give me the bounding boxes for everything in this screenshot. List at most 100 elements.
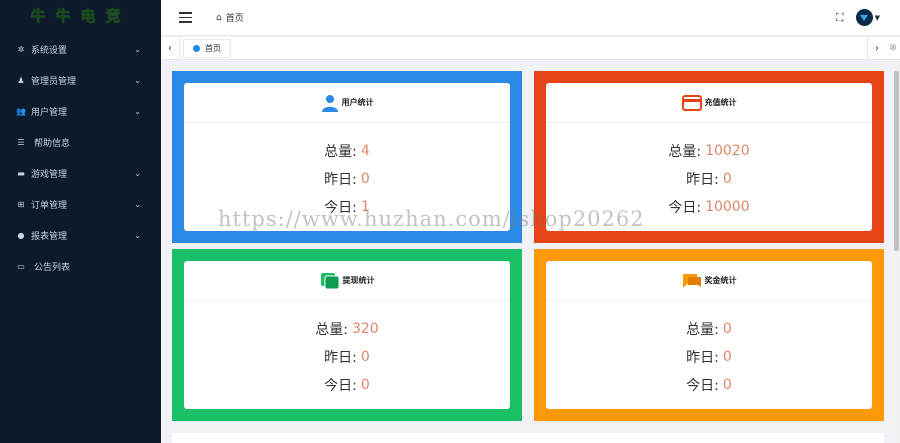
page-scrollbar[interactable] xyxy=(893,61,900,443)
recharge-stats-card: 充值统计 总量: 10020 昨日: 0 今日: 10000 xyxy=(546,83,872,231)
tabs-scroll-left-icon[interactable]: ‹ xyxy=(161,37,179,60)
stat-value: 10020 xyxy=(705,143,750,159)
withdraw-stats-panel: 提现统计 总量: 320 昨日: 0 今日: 0 xyxy=(172,249,522,421)
chevron-down-icon: ⌄ xyxy=(134,107,141,116)
gear-icon: ✲ xyxy=(17,45,25,54)
users-icon: 👥 xyxy=(16,107,26,116)
card-title: 奖金统计 xyxy=(704,276,737,285)
stat-label: 昨日: xyxy=(324,350,357,366)
stat-value: 0 xyxy=(360,171,370,187)
bottom-card xyxy=(172,433,884,443)
card-title: 用户统计 xyxy=(341,98,374,107)
recharge-stats-panel: 充值统计 总量: 10020 昨日: 0 今日: 10000 xyxy=(534,71,884,243)
stat-value: 1 xyxy=(360,199,370,215)
stat-today: 今日: 0 xyxy=(686,371,732,399)
tab-home[interactable]: 首页 xyxy=(183,38,231,58)
sidebar: 牛牛电竞 ✲ 系统设置 ⌄ ♟ 管理员管理 ⌄ 👥 用户管理 ⌄ ☰ 帮助信息 … xyxy=(0,0,161,443)
sidebar-item-admin-management[interactable]: ♟ 管理员管理 ⌄ xyxy=(0,65,161,96)
stat-today: 今日: 0 xyxy=(324,371,370,399)
stat-value: 4 xyxy=(360,143,370,159)
active-dot-icon xyxy=(193,44,200,52)
card-body: 总量: 320 昨日: 0 今日: 0 xyxy=(184,301,510,399)
chat-bubbles-icon xyxy=(682,273,701,288)
stat-total: 总量: 4 xyxy=(324,137,370,165)
stat-value: 0 xyxy=(360,349,370,365)
stat-today: 今日: 1 xyxy=(324,193,370,221)
chevron-down-icon: ⌄ xyxy=(134,76,141,85)
chart-icon: ● xyxy=(17,231,25,240)
sidebar-item-label: 订单管理 xyxy=(31,201,68,211)
list-icon: ☰ xyxy=(17,138,25,147)
user-stats-card: 用户统计 总量: 4 昨日: 0 今日: 1 xyxy=(184,83,510,231)
scrollbar-thumb[interactable] xyxy=(894,71,899,251)
stat-total: 总量: 320 xyxy=(315,315,378,343)
header-actions: ⛶ ▼ xyxy=(836,9,880,26)
stat-yesterday: 昨日: 0 xyxy=(686,343,732,371)
chevron-down-icon: ⌄ xyxy=(134,200,141,209)
stat-label: 今日: xyxy=(668,200,702,216)
card-body: 总量: 10020 昨日: 0 今日: 10000 xyxy=(546,123,872,221)
breadcrumb[interactable]: ⌂ 首页 xyxy=(216,11,244,25)
stat-yesterday: 昨日: 0 xyxy=(686,165,732,193)
avatar[interactable] xyxy=(855,9,873,26)
person-icon: ♟ xyxy=(17,76,25,85)
logo[interactable]: 牛牛电竞 xyxy=(0,0,161,30)
fullscreen-icon[interactable]: ⛶ xyxy=(836,11,844,25)
stat-yesterday: 昨日: 0 xyxy=(324,165,370,193)
sidebar-item-notice-list[interactable]: ▭ 公告列表 xyxy=(0,251,161,282)
tab-list: 首页 xyxy=(179,36,868,60)
stat-label: 总量: xyxy=(324,144,357,160)
sidebar-item-game-management[interactable]: ▬ 游戏管理 ⌄ xyxy=(0,158,161,189)
sidebar-item-label: 游戏管理 xyxy=(31,170,68,180)
chevron-down-icon: ⌄ xyxy=(134,231,141,240)
stat-today: 今日: 10000 xyxy=(668,193,749,221)
sidebar-item-report-management[interactable]: ● 报表管理 ⌄ xyxy=(0,220,161,251)
sidebar-item-system-settings[interactable]: ✲ 系统设置 ⌄ xyxy=(0,34,161,65)
chevron-down-icon: ⌄ xyxy=(134,169,141,178)
user-menu[interactable]: ▼ xyxy=(855,9,880,26)
stat-total: 总量: 0 xyxy=(686,315,732,343)
breadcrumb-label: 首页 xyxy=(225,14,244,24)
sidebar-item-help-info[interactable]: ☰ 帮助信息 xyxy=(0,127,161,158)
user-icon xyxy=(321,94,338,112)
stat-value: 320 xyxy=(351,321,379,337)
stat-value: 0 xyxy=(722,377,732,393)
sidebar-item-user-management[interactable]: 👥 用户管理 ⌄ xyxy=(0,96,161,127)
card-body: 总量: 0 昨日: 0 今日: 0 xyxy=(546,301,872,399)
layers-icon xyxy=(320,272,339,289)
tabs-scroll-right-icon[interactable]: › xyxy=(868,37,886,60)
sidebar-menu: ✲ 系统设置 ⌄ ♟ 管理员管理 ⌄ 👥 用户管理 ⌄ ☰ 帮助信息 ▬ 游戏管… xyxy=(0,34,161,282)
tabs-bar: ‹ 首页 › ⊗ xyxy=(161,36,900,60)
card-header: 用户统计 xyxy=(184,83,510,123)
sidebar-item-label: 管理员管理 xyxy=(31,77,77,87)
chevron-down-icon: ⌄ xyxy=(134,45,141,54)
card-header: 奖金统计 xyxy=(546,261,872,301)
user-stats-panel: 用户统计 总量: 4 昨日: 0 今日: 1 xyxy=(172,71,522,243)
stat-value: 0 xyxy=(722,349,732,365)
stat-value: 0 xyxy=(360,377,370,393)
sidebar-item-label: 用户管理 xyxy=(31,108,68,118)
tab-label: 首页 xyxy=(205,43,221,53)
logo-text: 牛牛电竞 xyxy=(30,6,131,25)
caret-down-icon: ▼ xyxy=(874,13,880,22)
stat-value: 10000 xyxy=(705,199,750,215)
stat-label: 今日: xyxy=(324,378,357,394)
stat-label: 昨日: xyxy=(686,172,719,188)
sidebar-item-label: 公告列表 xyxy=(34,263,71,273)
close-tabs-icon[interactable]: ⊗ xyxy=(886,43,900,53)
stat-total: 总量: 10020 xyxy=(668,137,749,165)
dashboard: 用户统计 总量: 4 昨日: 0 今日: 1 充值统计 总量: 10020 昨日: 0 今… xyxy=(161,61,893,443)
stat-label: 昨日: xyxy=(686,350,719,366)
cart-icon: ⊞ xyxy=(17,200,25,209)
sidebar-item-label: 帮助信息 xyxy=(34,139,71,149)
top-header: ⌂ 首页 ⛶ ▼ xyxy=(161,0,900,36)
menu-toggle-icon[interactable] xyxy=(179,12,192,23)
stat-yesterday: 昨日: 0 xyxy=(324,343,370,371)
card-title: 提现统计 xyxy=(342,276,375,285)
sidebar-item-order-management[interactable]: ⊞ 订单管理 ⌄ xyxy=(0,189,161,220)
credit-card-icon xyxy=(681,94,702,111)
withdraw-stats-card: 提现统计 总量: 320 昨日: 0 今日: 0 xyxy=(184,261,510,409)
stat-value: 0 xyxy=(722,321,732,337)
sidebar-item-label: 报表管理 xyxy=(31,232,68,242)
card-body: 总量: 4 昨日: 0 今日: 1 xyxy=(184,123,510,221)
